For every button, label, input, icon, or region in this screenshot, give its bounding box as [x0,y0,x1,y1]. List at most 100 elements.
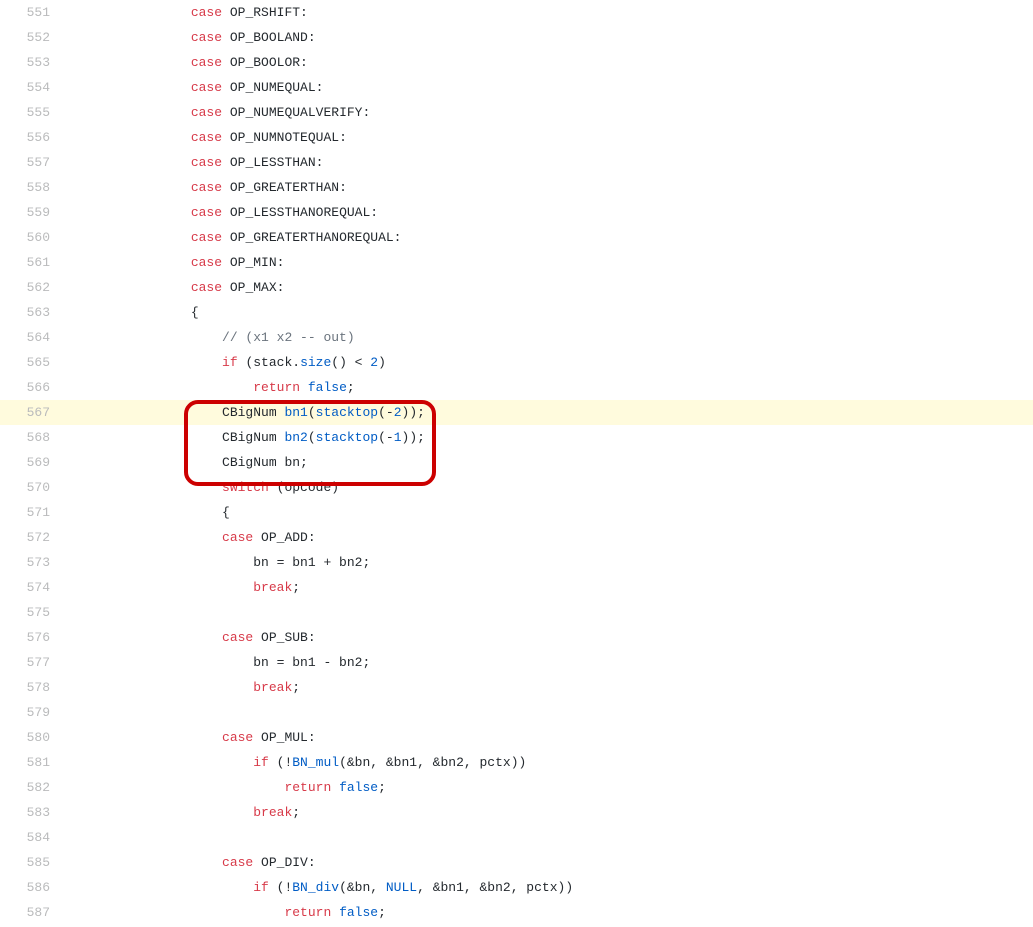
token-kw: case [191,55,222,70]
token-kw: case [191,105,222,120]
line-content: case OP_SUB: [66,625,1033,650]
line-number[interactable]: 554 [0,75,66,100]
token-kw: case [191,280,222,295]
token-kw: return [284,905,331,920]
code-line: 562 case OP_MAX: [0,275,1033,300]
token-fn: BN_div [292,880,339,895]
token-fn: stacktop [316,405,378,420]
token-kw: case [222,530,253,545]
token-fn: bn2 [284,430,307,445]
code-line: 573 bn = bn1 + bn2; [0,550,1033,575]
token-fn: BN_mul [292,755,339,770]
line-number[interactable]: 562 [0,275,66,300]
code-line: 565 if (stack.size() < 2) [0,350,1033,375]
line-number[interactable]: 564 [0,325,66,350]
line-number[interactable]: 561 [0,250,66,275]
line-number[interactable]: 582 [0,775,66,800]
line-number[interactable]: 579 [0,700,66,725]
line-number[interactable]: 556 [0,125,66,150]
code-line: 574 break; [0,575,1033,600]
line-content: return false; [66,375,1033,400]
code-line: 551 case OP_RSHIFT: [0,0,1033,25]
line-number[interactable]: 585 [0,850,66,875]
token-cmt: // (x1 x2 -- out) [222,330,355,345]
code-line: 579 [0,700,1033,725]
line-number[interactable]: 552 [0,25,66,50]
code-line: 555 case OP_NUMEQUALVERIFY: [0,100,1033,125]
line-number[interactable]: 569 [0,450,66,475]
token-kw: if [222,355,238,370]
code-line: 587 return false; [0,900,1033,925]
line-content: case OP_MAX: [66,275,1033,300]
code-line: 568 CBigNum bn2(stacktop(-1)); [0,425,1033,450]
line-number[interactable]: 565 [0,350,66,375]
line-number[interactable]: 576 [0,625,66,650]
token-kw: case [222,855,253,870]
code-line: 559 case OP_LESSTHANOREQUAL: [0,200,1033,225]
code-line: 567 CBigNum bn1(stacktop(-2)); [0,400,1033,425]
token-const: false [339,905,378,920]
code-line: 560 case OP_GREATERTHANOREQUAL: [0,225,1033,250]
line-content: case OP_BOOLOR: [66,50,1033,75]
token-kw: case [191,80,222,95]
line-number[interactable]: 563 [0,300,66,325]
token-kw: case [222,630,253,645]
token-kw: break [253,805,292,820]
code-line: 553 case OP_BOOLOR: [0,50,1033,75]
line-number[interactable]: 577 [0,650,66,675]
token-kw: if [253,880,269,895]
line-content: bn = bn1 - bn2; [66,650,1033,675]
line-number[interactable]: 586 [0,875,66,900]
line-number[interactable]: 566 [0,375,66,400]
token-fn: stacktop [316,430,378,445]
line-content: if (!BN_mul(&bn, &bn1, &bn2, pctx)) [66,750,1033,775]
code-line: 575 [0,600,1033,625]
line-number[interactable]: 575 [0,600,66,625]
code-line: 585 case OP_DIV: [0,850,1033,875]
line-number[interactable]: 573 [0,550,66,575]
line-number[interactable]: 571 [0,500,66,525]
line-number[interactable]: 555 [0,100,66,125]
code-viewer: 551 case OP_RSHIFT:552 case OP_BOOLAND:5… [0,0,1033,925]
line-number[interactable]: 553 [0,50,66,75]
line-number[interactable]: 551 [0,0,66,25]
line-content: bn = bn1 + bn2; [66,550,1033,575]
line-content: CBigNum bn2(stacktop(-1)); [66,425,1033,450]
line-number[interactable]: 583 [0,800,66,825]
line-content: case OP_BOOLAND: [66,25,1033,50]
token-num: 2 [394,405,402,420]
line-number[interactable]: 567 [0,400,66,425]
line-content: case OP_DIV: [66,850,1033,875]
line-number[interactable]: 572 [0,525,66,550]
line-content: break; [66,575,1033,600]
code-line: 580 case OP_MUL: [0,725,1033,750]
code-line: 554 case OP_NUMEQUAL: [0,75,1033,100]
line-number[interactable]: 581 [0,750,66,775]
token-kw: return [284,780,331,795]
code-line: 569 CBigNum bn; [0,450,1033,475]
line-number[interactable]: 578 [0,675,66,700]
code-line: 557 case OP_LESSTHAN: [0,150,1033,175]
line-content: if (!BN_div(&bn, NULL, &bn1, &bn2, pctx)… [66,875,1033,900]
line-content: if (stack.size() < 2) [66,350,1033,375]
line-number[interactable]: 559 [0,200,66,225]
line-number[interactable]: 587 [0,900,66,925]
token-kw: if [253,755,269,770]
line-number[interactable]: 557 [0,150,66,175]
line-number[interactable]: 580 [0,725,66,750]
token-kw: return [253,380,300,395]
code-line: 582 return false; [0,775,1033,800]
line-number[interactable]: 570 [0,475,66,500]
code-line: 577 bn = bn1 - bn2; [0,650,1033,675]
line-number[interactable]: 574 [0,575,66,600]
line-number[interactable]: 560 [0,225,66,250]
line-content: case OP_RSHIFT: [66,0,1033,25]
token-kw: case [191,155,222,170]
line-number[interactable]: 568 [0,425,66,450]
line-content: { [66,500,1033,525]
code-line: 558 case OP_GREATERTHAN: [0,175,1033,200]
line-number[interactable]: 558 [0,175,66,200]
code-line: 570 switch (opcode) [0,475,1033,500]
line-number[interactable]: 584 [0,825,66,850]
token-kw: break [253,680,292,695]
